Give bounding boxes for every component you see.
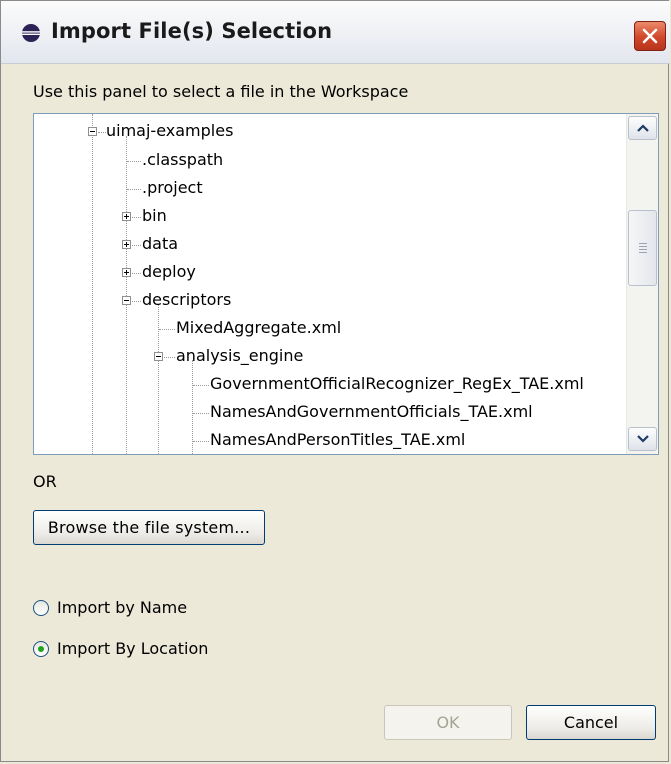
collapse-toggle[interactable]	[122, 296, 131, 305]
radio-label: Import By Location	[57, 639, 209, 658]
or-label: OR	[33, 472, 57, 491]
tree-guide-line	[158, 304, 159, 454]
tree-connector	[193, 385, 209, 386]
scroll-down-button[interactable]	[628, 427, 657, 451]
tree-connector	[132, 273, 141, 274]
scroll-thumb[interactable]	[628, 210, 657, 286]
tree-connector	[132, 245, 141, 246]
thumb-grip-line	[639, 249, 647, 250]
expand-toggle[interactable]	[122, 212, 131, 221]
browse-file-system-button[interactable]: Browse the file system...	[33, 510, 265, 545]
tree-connector	[193, 413, 209, 414]
tree-item-data[interactable]: data	[142, 234, 178, 253]
tree-item-namesandgovofficials[interactable]: NamesAndGovernmentOfficials_TAE.xml	[210, 402, 533, 421]
radio-button-checked[interactable]	[33, 640, 49, 657]
radio-import-by-name[interactable]: Import by Name	[33, 598, 187, 617]
ok-button[interactable]: OK	[384, 705, 512, 740]
workspace-tree[interactable]: uimaj-examples .classpath .project bin d…	[33, 113, 659, 455]
thumb-grip-line	[639, 252, 647, 253]
tree-item-project[interactable]: .project	[142, 178, 203, 197]
tree-guide-line	[92, 114, 93, 454]
scroll-up-button[interactable]	[628, 116, 657, 140]
tree-guide-line	[192, 360, 193, 454]
radio-button[interactable]	[33, 599, 49, 616]
thumb-grip-line	[639, 243, 647, 244]
expand-toggle[interactable]	[122, 240, 131, 249]
radio-import-by-location[interactable]: Import By Location	[33, 639, 208, 658]
tree-connector	[193, 441, 209, 442]
tree-connector	[132, 301, 141, 302]
tree-guide-line	[126, 136, 127, 454]
tree-item-namesandpersontitles[interactable]: NamesAndPersonTitles_TAE.xml	[210, 430, 465, 449]
collapse-toggle[interactable]	[154, 352, 163, 361]
tree-scrollbar[interactable]	[626, 114, 658, 454]
close-icon	[642, 28, 658, 44]
tree-connector	[127, 189, 141, 190]
cancel-button[interactable]: Cancel	[526, 705, 656, 740]
tree-item-deploy[interactable]: deploy	[142, 262, 196, 281]
radio-label: Import by Name	[57, 598, 188, 617]
tree-item-mixedaggregate[interactable]: MixedAggregate.xml	[176, 318, 341, 337]
instructions-text: Use this panel to select a file in the W…	[33, 82, 409, 101]
tree-connector	[164, 357, 175, 358]
tree-connector	[127, 161, 141, 162]
dialog-title: Import File(s) Selection	[51, 19, 333, 43]
eclipse-icon	[22, 24, 40, 42]
collapse-toggle[interactable]	[88, 127, 97, 136]
tree-connector	[98, 132, 106, 133]
tree-connector	[132, 217, 141, 218]
import-dialog: Import File(s) Selection Use this panel …	[0, 0, 670, 762]
tree-item-classpath[interactable]: .classpath	[142, 150, 223, 169]
tree-connector	[159, 329, 175, 330]
chevron-up-icon	[636, 124, 649, 132]
title-bar[interactable]: Import File(s) Selection	[1, 1, 670, 64]
tree-item-uimaj-examples[interactable]: uimaj-examples	[106, 121, 233, 140]
tree-item-descriptors[interactable]: descriptors	[142, 290, 231, 309]
chevron-down-icon	[636, 435, 649, 443]
close-button[interactable]	[634, 21, 666, 51]
tree-item-govofficialrecognizer[interactable]: GovernmentOfficialRecognizer_RegEx_TAE.x…	[210, 374, 584, 393]
expand-toggle[interactable]	[122, 268, 131, 277]
tree-item-bin[interactable]: bin	[142, 206, 167, 225]
thumb-grip-line	[639, 246, 647, 247]
tree-item-analysis-engine[interactable]: analysis_engine	[176, 346, 303, 365]
